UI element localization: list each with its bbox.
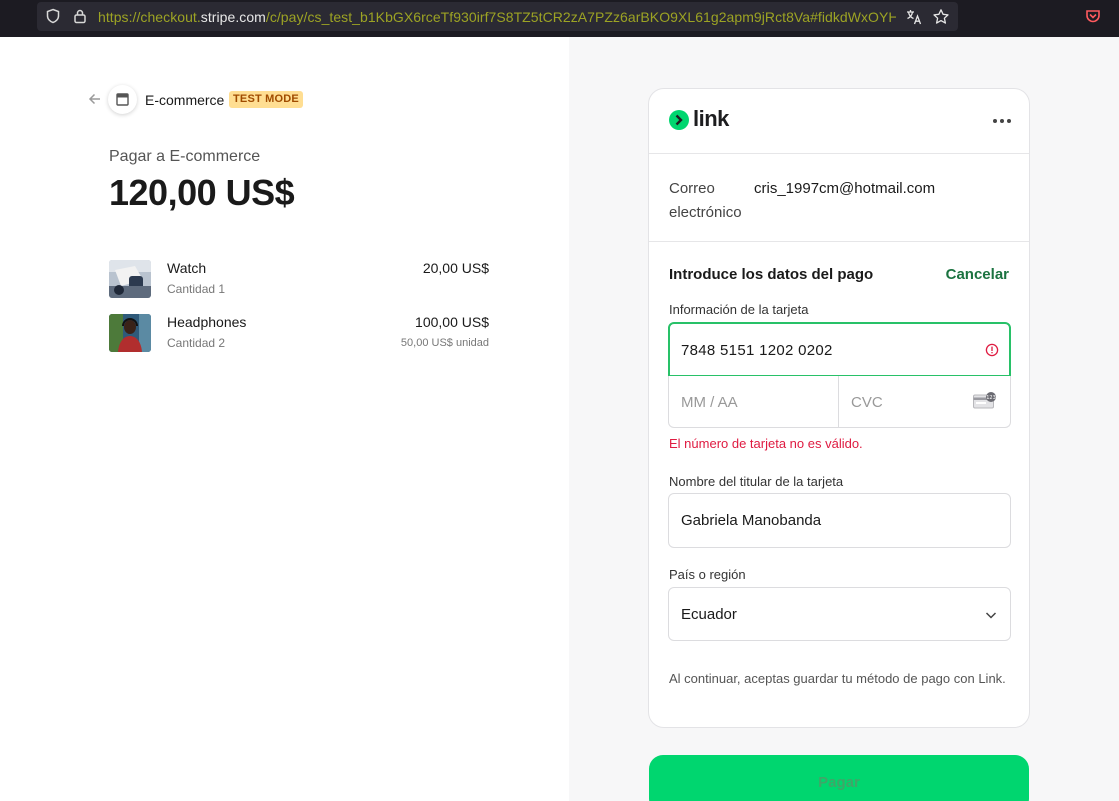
pay-button-label: Pagar xyxy=(818,774,860,791)
headphones-product-image xyxy=(109,314,151,352)
email-value: cris_1997cm@hotmail.com xyxy=(754,180,936,197)
email-row: Correo electrónico cris_1997cm@hotmail.c… xyxy=(649,154,1029,242)
item-quantity: Cantidad 2 xyxy=(167,336,226,350)
error-alert-icon xyxy=(985,343,999,357)
expiry-placeholder: MM / AA xyxy=(681,394,738,411)
total-amount: 120,00 US$ xyxy=(109,172,295,213)
cardholder-label: Nombre del titular de la tarjeta xyxy=(669,474,844,489)
card-number-value: 7848 5151 1202 0202 xyxy=(681,342,833,359)
expiry-date-input[interactable]: MM / AA xyxy=(668,376,839,428)
more-options-icon[interactable] xyxy=(991,113,1013,129)
country-select[interactable]: Ecuador xyxy=(668,587,1011,641)
svg-text:123: 123 xyxy=(986,395,996,401)
browser-toolbar: https://checkout.stripe.com/c/pay/cs_tes… xyxy=(0,0,1119,37)
line-item: Watch Cantidad 1 20,00 US$ xyxy=(109,260,489,302)
bookmark-star-icon[interactable] xyxy=(932,8,950,26)
cancel-link[interactable]: Cancelar xyxy=(946,266,1009,283)
email-label: Correo electrónico xyxy=(669,180,742,221)
cvc-placeholder: CVC xyxy=(851,394,883,411)
test-mode-badge: TEST MODE xyxy=(229,91,303,108)
store-icon xyxy=(116,93,129,106)
card-number-input[interactable]: 7848 5151 1202 0202 xyxy=(668,322,1011,377)
line-item: Headphones Cantidad 2 100,00 US$ 50,00 U… xyxy=(109,314,489,356)
merchant-name: E-commerce xyxy=(145,92,225,108)
pay-button[interactable]: Pagar xyxy=(649,755,1029,801)
cvc-input[interactable]: CVC 123 xyxy=(838,376,1011,428)
item-name: Watch xyxy=(167,260,207,276)
link-consent-text: Al continuar, aceptas guardar tu método … xyxy=(669,671,1006,686)
card-error-message: El número de tarjeta no es válido. xyxy=(669,436,863,451)
cardholder-name-value: Gabriela Manobanda xyxy=(681,512,822,529)
link-logo-icon xyxy=(669,110,689,130)
merchant-logo[interactable] xyxy=(108,85,137,114)
cardholder-name-input[interactable]: Gabriela Manobanda xyxy=(668,493,1011,548)
cvc-card-icon: 123 xyxy=(973,392,996,409)
address-bar[interactable]: https://checkout.stripe.com/c/pay/cs_tes… xyxy=(37,2,958,31)
lock-icon[interactable] xyxy=(72,8,88,24)
order-summary-pane xyxy=(0,37,569,801)
back-arrow-icon[interactable] xyxy=(87,91,103,107)
item-price: 20,00 US$ xyxy=(422,260,489,276)
item-name: Headphones xyxy=(167,314,247,330)
url-text[interactable]: https://checkout.stripe.com/c/pay/cs_tes… xyxy=(98,9,896,25)
watch-product-image xyxy=(109,260,151,298)
url-host: stripe.com xyxy=(200,9,266,25)
card-info-label: Información de la tarjeta xyxy=(669,302,809,317)
country-label: País o región xyxy=(669,567,746,582)
chevron-down-icon xyxy=(985,612,997,619)
item-unit-price: 50,00 US$ unidad xyxy=(400,337,489,349)
translate-icon[interactable] xyxy=(905,8,923,26)
country-value: Ecuador xyxy=(681,606,737,623)
url-path: /c/pay/cs_test_b1KbGX6rceTf930irf7S8TZ5t… xyxy=(265,9,896,25)
pocket-icon[interactable] xyxy=(1085,8,1101,24)
pay-to-label: Pagar a E-commerce xyxy=(109,148,261,165)
link-header: link xyxy=(649,89,1029,154)
link-brand: link xyxy=(693,106,729,131)
link-payment-card: link Correo electrónico cris_1997cm@hotm… xyxy=(648,88,1030,728)
payment-details-title: Introduce los datos del pago xyxy=(669,266,874,283)
tracking-protection-shield-icon[interactable] xyxy=(45,8,61,24)
item-price: 100,00 US$ xyxy=(415,314,489,330)
item-quantity: Cantidad 1 xyxy=(167,282,226,296)
url-prefix: https://checkout. xyxy=(98,9,201,25)
